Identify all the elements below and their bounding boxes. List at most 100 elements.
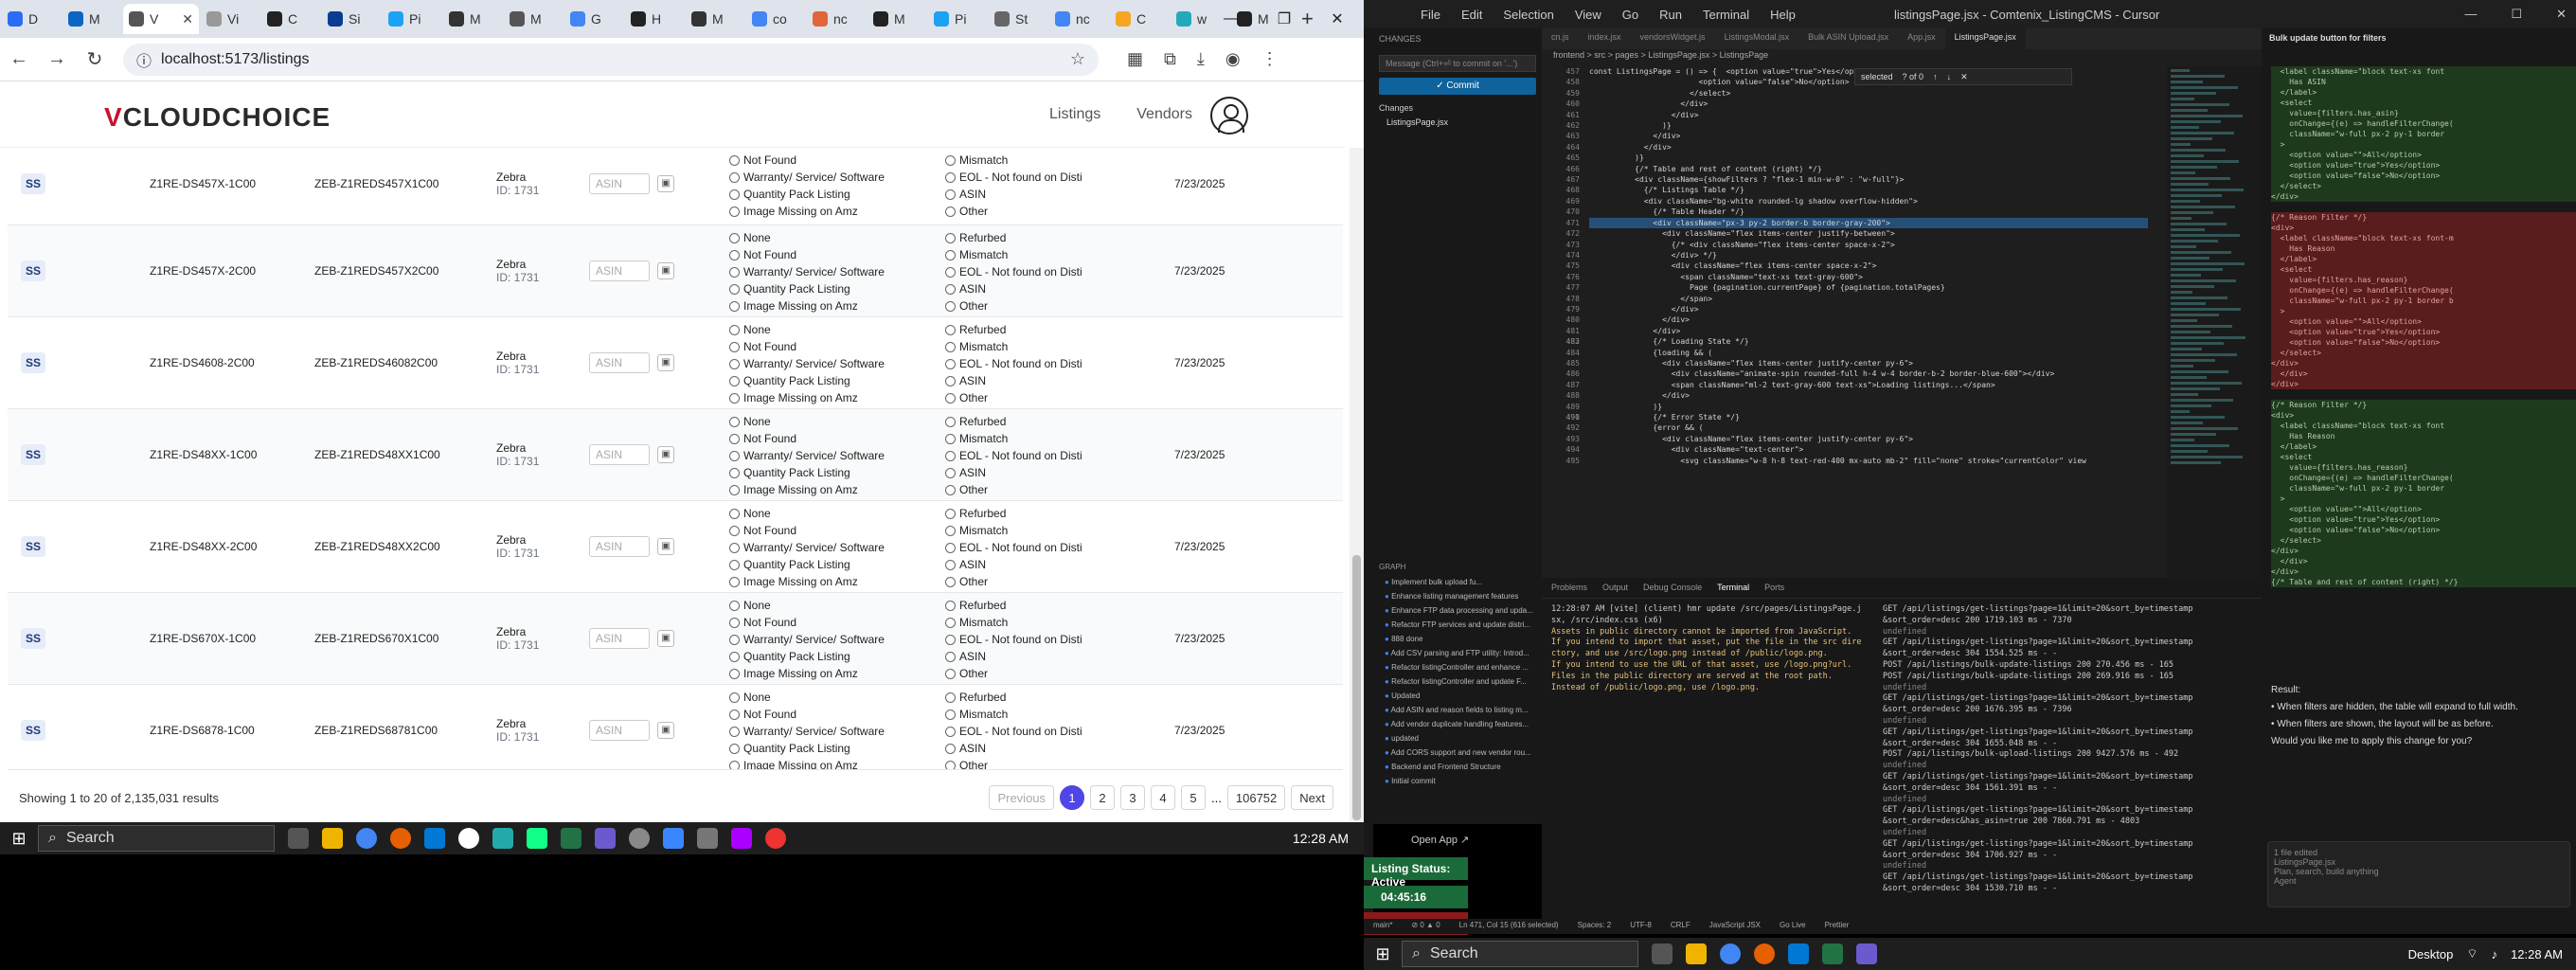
reason-radio[interactable]: Not Found <box>729 430 885 447</box>
changes-group[interactable]: Changes <box>1373 100 1542 116</box>
editor-tab[interactable]: cn.js <box>1542 28 1579 49</box>
page-button[interactable]: 5 <box>1181 785 1207 810</box>
reason-radio[interactable]: EOL - Not found on Disti <box>945 169 1082 186</box>
browser-tab[interactable]: V ✕ <box>123 4 199 34</box>
forward-icon[interactable]: → <box>38 48 76 70</box>
page-scrollbar[interactable] <box>1350 148 1364 826</box>
chrome-icon[interactable] <box>356 828 377 849</box>
radio-button[interactable] <box>729 692 740 703</box>
commit-item[interactable]: Add CSV parsing and FTP utility: Introd.… <box>1373 646 1542 660</box>
status-item[interactable]: JavaScript JSX <box>1709 921 1761 932</box>
save-asin-icon[interactable]: ▣ <box>657 446 674 463</box>
commit-item[interactable]: Add ASIN and reason fields to listing m.… <box>1373 703 1542 717</box>
radio-button[interactable] <box>945 283 956 295</box>
reason-radio[interactable]: EOL - Not found on Disti <box>945 355 1082 372</box>
nav-listings[interactable]: Listings <box>1049 106 1100 123</box>
taskbar-search[interactable]: ⌕ Search <box>38 825 275 852</box>
commit-item[interactable]: Add vendor duplicate handling features..… <box>1373 717 1542 731</box>
commit-item[interactable]: updated <box>1373 731 1542 745</box>
reason-radio[interactable]: EOL - Not found on Disti <box>945 723 1082 740</box>
browser-tab[interactable]: co <box>746 4 805 34</box>
download-icon[interactable]: ⤓ <box>1197 49 1205 69</box>
panel-tab[interactable]: Problems <box>1551 583 1587 593</box>
firefox-icon[interactable] <box>390 828 411 849</box>
reason-radio[interactable]: Image Missing on Amz <box>729 203 885 220</box>
reason-radio[interactable]: Image Missing on Amz <box>729 481 885 498</box>
reason-radio[interactable]: Other <box>945 573 1082 590</box>
find-widget[interactable]: selected ? of 0 ↑ ↓ ✕ <box>1854 68 2072 85</box>
editor-tab[interactable]: App.jsx <box>1898 28 1945 49</box>
minimize-icon[interactable]: — <box>2464 7 2477 22</box>
windows-start-icon[interactable]: ⊞ <box>1364 944 1402 964</box>
reason-radio[interactable]: Warranty/ Service/ Software <box>729 355 885 372</box>
radio-button[interactable] <box>945 249 956 260</box>
reason-radio[interactable]: None <box>729 689 885 706</box>
volume-icon[interactable]: ♪ <box>2492 947 2498 961</box>
radio-button[interactable] <box>729 266 740 278</box>
puzzle-icon[interactable]: ⧉ <box>1164 49 1176 69</box>
editor-tab[interactable]: vendorsWidget.js <box>1631 28 1715 49</box>
radio-button[interactable] <box>729 743 740 754</box>
panel-tab[interactable]: Terminal <box>1717 583 1749 593</box>
browser-tab[interactable]: M <box>686 4 744 34</box>
chat-input[interactable]: 1 file edited ListingsPage.jsx Plan, sea… <box>2267 841 2570 907</box>
radio-button[interactable] <box>729 651 740 662</box>
status-item[interactable]: main* <box>1373 921 1392 932</box>
reason-radio[interactable]: Refurbed <box>945 413 1082 430</box>
reason-radio[interactable]: Not Found <box>729 338 885 355</box>
reason-radio[interactable]: EOL - Not found on Disti <box>945 263 1082 280</box>
reason-radio[interactable]: Mismatch <box>945 246 1082 263</box>
reason-radio[interactable]: EOL - Not found on Disti <box>945 631 1082 648</box>
browser-tab[interactable]: nc <box>807 4 866 34</box>
radio-button[interactable] <box>945 450 956 461</box>
task-view-icon[interactable] <box>288 828 309 849</box>
reason-radio[interactable]: Other <box>945 757 1082 769</box>
reason-radio[interactable]: ASIN <box>945 648 1082 665</box>
browser-tab[interactable]: M <box>504 4 563 34</box>
taskbar-search[interactable]: ⌕ Search <box>1402 941 1638 967</box>
file-explorer-icon[interactable] <box>1686 943 1707 964</box>
menu-item[interactable]: Run <box>1659 8 1682 22</box>
radio-button[interactable] <box>729 358 740 369</box>
radio-button[interactable] <box>729 433 740 444</box>
terminal-vite[interactable]: 12:28:07 AM [vite] (client) hmr update /… <box>1551 604 1873 898</box>
logo[interactable]: VCLOUDCHOICE <box>104 102 331 133</box>
reason-radio[interactable]: Warranty/ Service/ Software <box>729 723 885 740</box>
vscode-icon[interactable] <box>1788 943 1809 964</box>
asin-input[interactable]: ASIN <box>589 173 650 194</box>
excel-icon[interactable] <box>561 828 581 849</box>
reason-radio[interactable]: ASIN <box>945 556 1082 573</box>
menu-dots-icon[interactable]: ⋮ <box>1261 49 1279 69</box>
reason-radio[interactable]: ASIN <box>945 464 1082 481</box>
reason-radio[interactable]: ASIN <box>945 372 1082 389</box>
radio-button[interactable] <box>729 726 740 737</box>
reason-radio[interactable]: Other <box>945 297 1082 314</box>
radio-button[interactable] <box>945 232 956 243</box>
radio-button[interactable] <box>729 576 740 587</box>
reason-radio[interactable]: Not Found <box>729 522 885 539</box>
app-icon-2[interactable] <box>697 828 718 849</box>
status-item[interactable]: Ln 471, Col 15 (616 selected) <box>1459 921 1559 932</box>
radio-button[interactable] <box>945 525 956 536</box>
address-bar[interactable]: ⓘ localhost:5173/listings ☆ <box>123 43 1099 76</box>
reason-radio[interactable]: Quantity Pack Listing <box>729 740 885 757</box>
status-badge[interactable]: SS <box>21 720 45 741</box>
asin-input[interactable]: ASIN <box>589 352 650 373</box>
reason-radio[interactable]: None <box>729 229 885 246</box>
code-area[interactable]: 457 const ListingsPage = () => { <option … <box>1542 66 2148 578</box>
commit-item[interactable]: Backend and Frontend Structure <box>1373 760 1542 774</box>
radio-button[interactable] <box>729 283 740 295</box>
menu-item[interactable]: Go <box>1622 8 1638 22</box>
radio-button[interactable] <box>729 341 740 352</box>
browser-tab[interactable]: C <box>1110 4 1169 34</box>
next-button[interactable]: Next <box>1291 785 1333 810</box>
radio-button[interactable] <box>945 392 956 404</box>
radio-button[interactable] <box>729 375 740 386</box>
scrollbar-thumb[interactable] <box>1352 555 1361 820</box>
reason-radio[interactable]: ASIN <box>945 280 1082 297</box>
panel-tab[interactable]: Output <box>1602 583 1628 593</box>
browser-tab[interactable]: Si <box>322 4 381 34</box>
radio-button[interactable] <box>729 760 740 769</box>
user-avatar-icon[interactable] <box>1210 97 1248 135</box>
panel-tab[interactable]: Ports <box>1764 583 1784 593</box>
